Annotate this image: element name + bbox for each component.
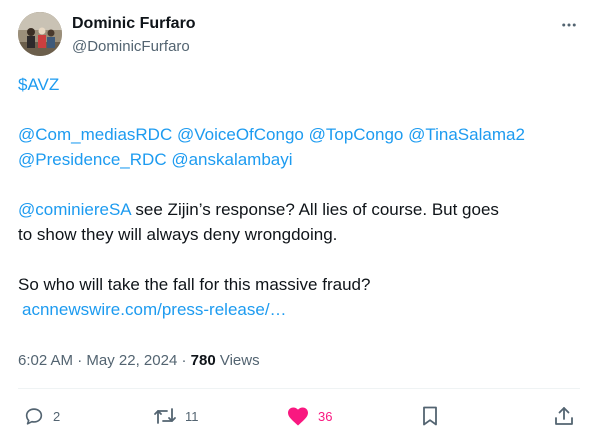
mentions-line: @Presidence_RDC @anskalambayi: [18, 147, 583, 172]
tweet-date[interactable]: May 22, 2024: [86, 352, 177, 369]
share-button[interactable]: [553, 403, 575, 429]
retweet-count: 11: [185, 408, 199, 424]
mention-link[interactable]: @Com_mediasRDC: [18, 125, 172, 144]
mention-link[interactable]: @anskalambayi: [171, 150, 292, 169]
share-icon: [553, 405, 575, 427]
action-bar: 2 11 36: [18, 403, 580, 429]
text-line: to show they will always deny wrongdoing…: [18, 225, 338, 244]
author-block: Dominic Furfaro @DominicFurfaro: [72, 14, 196, 57]
mention-link[interactable]: @VoiceOfCongo: [177, 125, 304, 144]
like-count: 36: [318, 408, 333, 424]
views-count: 780: [190, 352, 216, 369]
reply-count: 2: [53, 408, 61, 424]
text-line: So who will take the fall for this massi…: [18, 275, 371, 294]
tweet-meta: 6:02 AM · May 22, 2024 · 780 Views: [18, 350, 260, 372]
text-line: @cominiereSA see Zijin’s response? All l…: [18, 197, 583, 222]
views-label: Views: [215, 352, 260, 369]
mention-link[interactable]: @cominiereSA: [18, 200, 131, 219]
bookmark-icon: [420, 405, 440, 427]
mention-link[interactable]: @Presidence_RDC: [18, 150, 167, 169]
mention-link[interactable]: @TopCongo: [309, 125, 404, 144]
bookmark-button[interactable]: [420, 403, 440, 429]
cashtag-line: $AVZ: [18, 72, 583, 97]
mention-link[interactable]: @TinaSalama2: [408, 125, 525, 144]
reply-button[interactable]: 2: [23, 403, 60, 429]
heart-icon: [286, 405, 310, 427]
author-handle[interactable]: @DominicFurfaro: [72, 37, 196, 57]
tweet-text: $AVZ @Com_mediasRDC @VoiceOfCongo @TopCo…: [18, 72, 583, 322]
avatar[interactable]: [18, 12, 62, 56]
author-name[interactable]: Dominic Furfaro: [72, 14, 196, 34]
more-icon[interactable]: [558, 14, 580, 36]
tweet-time[interactable]: 6:02 AM: [18, 352, 73, 369]
meta-separator: ·: [177, 352, 191, 369]
reply-icon: [23, 405, 45, 427]
url-line: acnnewswire.com/press-release/…: [18, 297, 583, 322]
like-button[interactable]: 36: [286, 403, 332, 429]
divider: [18, 388, 580, 389]
cashtag-link[interactable]: $AVZ: [18, 75, 59, 94]
mentions-line: @Com_mediasRDC @VoiceOfCongo @TopCongo @…: [18, 122, 583, 147]
retweet-icon: [153, 405, 177, 427]
retweet-button[interactable]: 11: [153, 403, 199, 429]
tweet: Dominic Furfaro @DominicFurfaro $AVZ @Co…: [0, 0, 598, 443]
meta-separator: ·: [73, 352, 87, 369]
text-span: see Zijin’s response? All lies of course…: [130, 200, 499, 219]
external-link[interactable]: acnnewswire.com/press-release/…: [22, 300, 287, 319]
